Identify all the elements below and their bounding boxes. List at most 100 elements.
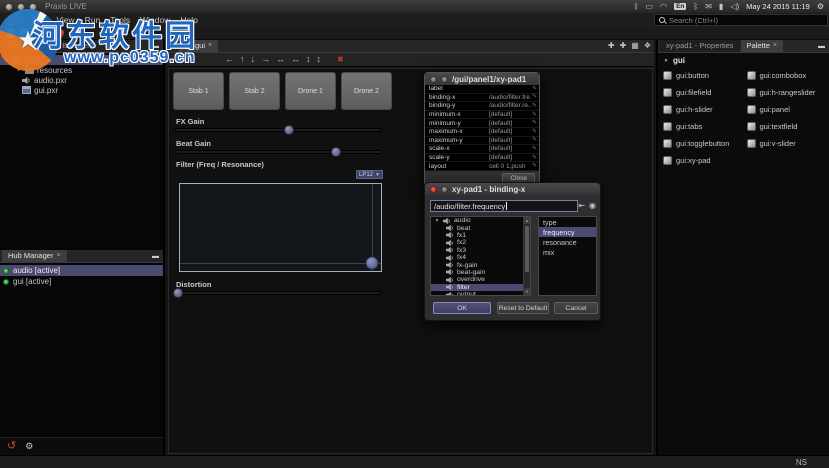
property-row[interactable]: binding-y /audio/filter.re... ✎ <box>425 102 539 111</box>
palette-component[interactable]: gui:v-slider <box>744 138 828 148</box>
property-value[interactable]: [default] <box>489 120 532 127</box>
property-row[interactable]: scale-y [default] ✎ <box>425 154 539 163</box>
port-row[interactable]: mix <box>539 248 596 258</box>
edit-property-icon[interactable]: ✎ <box>532 86 537 92</box>
close-tab-icon[interactable]: × <box>208 42 212 49</box>
dialog-minimize-icon[interactable] <box>441 185 448 193</box>
palette-category[interactable]: ▾ gui <box>658 53 829 67</box>
minimize-panel-icon[interactable]: ▬ <box>818 43 825 50</box>
tray-icon[interactable]: ◠ <box>660 2 667 11</box>
search-input[interactable]: Search (Ctrl+I) <box>654 14 828 26</box>
edit-property-icon[interactable]: ✎ <box>532 163 537 169</box>
xy-pad[interactable] <box>179 183 382 272</box>
menu-item[interactable]: Run <box>80 14 106 26</box>
record-icon[interactable] <box>56 29 64 37</box>
property-row[interactable]: maximum-y [default] ✎ <box>425 137 539 146</box>
tree-scrollbar[interactable]: ▲ ▼ <box>523 217 530 295</box>
tray-icon[interactable]: ᛒ <box>693 2 698 11</box>
palette-component[interactable]: gui:filefield <box>660 87 744 97</box>
editor-toolbar-icon[interactable]: ↔ <box>291 55 300 64</box>
tray-icon[interactable]: ▮ <box>719 2 723 11</box>
editor-toolbar-icon[interactable]: ← <box>225 55 234 64</box>
editor-toolbar-icon[interactable]: ✖ <box>337 55 344 64</box>
property-row[interactable]: layout cell 0 1,push ✎ <box>425 162 539 171</box>
editor-corner-icon[interactable]: ✚ <box>608 42 615 50</box>
edit-property-icon[interactable]: ✎ <box>532 120 537 126</box>
dialog-minimize-icon[interactable] <box>441 75 448 83</box>
tree-item-row[interactable]: output <box>431 291 530 295</box>
open-project-icon[interactable] <box>20 28 28 38</box>
expander-icon[interactable]: ▾ <box>434 218 440 224</box>
tray-icon[interactable]: ▭ <box>646 2 654 11</box>
pad-button[interactable]: Stab 2 <box>229 72 280 110</box>
menu-item[interactable]: Tools <box>105 14 135 26</box>
close-tab-icon[interactable]: × <box>773 42 777 49</box>
ok-button[interactable]: OK <box>433 302 491 314</box>
tray-icon[interactable]: ◁) <box>730 2 739 11</box>
palette-component[interactable]: gui:h-slider <box>660 104 744 114</box>
new-project-icon[interactable] <box>7 28 15 38</box>
close-tab-icon[interactable]: × <box>56 252 60 259</box>
property-row[interactable]: maximum-x [default] ✎ <box>425 128 539 137</box>
project-root-row[interactable]: ▾ 03 <box>0 55 163 65</box>
address-input[interactable]: /audio/filter.frequency <box>430 200 578 212</box>
property-row[interactable]: minimum-y [default] ✎ <box>425 119 539 128</box>
palette-component[interactable]: gui:textfield <box>744 121 828 131</box>
property-value[interactable]: [default] <box>489 111 532 118</box>
scroll-down-icon[interactable]: ▼ <box>524 288 530 295</box>
dialog-titlebar[interactable]: /gui/panel1/xy-pad1 <box>425 73 539 85</box>
scroll-up-icon[interactable]: ▲ <box>524 217 530 224</box>
editor-corner-icon[interactable]: ❖ <box>644 42 651 50</box>
palette-component[interactable]: gui:xy-pad <box>660 155 744 165</box>
tray-icon[interactable]: En <box>674 3 687 10</box>
slider-thumb[interactable] <box>173 288 184 298</box>
resources-row[interactable]: ▸ resources <box>0 64 163 75</box>
edit-property-icon[interactable]: ✎ <box>532 103 537 109</box>
restart-hub-icon[interactable]: ↺ <box>7 441 16 452</box>
expander-icon[interactable]: ▸ <box>16 67 22 73</box>
minimize-panel-icon[interactable]: ▬ <box>152 253 159 260</box>
property-value[interactable]: [default] <box>489 154 532 161</box>
minimize-panel-icon[interactable]: ▬ <box>152 43 159 50</box>
window-close-button[interactable] <box>5 2 13 11</box>
save-icon[interactable] <box>33 28 41 38</box>
menu-item[interactable]: View <box>51 14 79 26</box>
hub-row[interactable]: audio [active] <box>0 265 163 276</box>
menu-item[interactable]: File <box>3 14 27 26</box>
hub-settings-gear-icon[interactable]: ⚙ <box>25 442 33 451</box>
property-row[interactable]: scale-x [default] ✎ <box>425 145 539 154</box>
pad-button[interactable]: Drone 2 <box>341 72 392 110</box>
gui-file-row[interactable]: gui.pxr <box>0 85 163 95</box>
property-row[interactable]: binding-x /audio/filter.fre... ✎ <box>425 94 539 103</box>
menu-item[interactable]: Edit <box>27 14 52 26</box>
window-maximize-button[interactable] <box>29 2 37 11</box>
palette-component[interactable]: gui:togglebutton <box>660 138 744 148</box>
pad-button[interactable]: Drone 1 <box>285 72 336 110</box>
window-minimize-button[interactable] <box>17 2 25 11</box>
edit-property-icon[interactable]: ✎ <box>532 155 537 161</box>
property-row[interactable]: minimum-x [default] ✎ <box>425 111 539 120</box>
hub-row[interactable]: gui [active] <box>0 276 163 287</box>
tab-hub-manager[interactable]: Hub Manager × <box>2 250 67 262</box>
insert-address-icon[interactable]: ⇤ <box>578 201 585 210</box>
editor-toolbar-icon[interactable]: ↕ <box>317 55 322 64</box>
property-value[interactable]: /audio/filter.re... <box>489 102 532 109</box>
editor-toolbar-icon[interactable]: ↔ <box>276 55 285 64</box>
edit-property-icon[interactable]: ✎ <box>532 146 537 152</box>
port-row[interactable]: type <box>539 217 596 227</box>
palette-component[interactable]: gui:panel <box>744 104 828 114</box>
expander-icon[interactable]: ▾ <box>663 58 669 64</box>
property-value[interactable]: [default] <box>489 128 532 135</box>
cancel-button[interactable]: Cancel <box>554 302 598 314</box>
tab-file-browser[interactable]: File Browser <box>42 40 96 52</box>
slider-thumb[interactable] <box>283 125 294 135</box>
distortion-slider[interactable] <box>173 288 382 298</box>
edit-property-icon[interactable]: ✎ <box>532 129 537 135</box>
port-row[interactable]: frequency <box>539 227 596 238</box>
edit-property-icon[interactable]: ✎ <box>532 112 537 118</box>
tray-icon[interactable]: ✉ <box>705 2 712 11</box>
pad-button[interactable]: Stab 1 <box>173 72 224 110</box>
beat-gain-slider[interactable] <box>175 147 382 157</box>
palette-component[interactable]: gui:combobox <box>744 70 828 80</box>
session-gear-icon[interactable]: ⚙ <box>817 2 824 11</box>
